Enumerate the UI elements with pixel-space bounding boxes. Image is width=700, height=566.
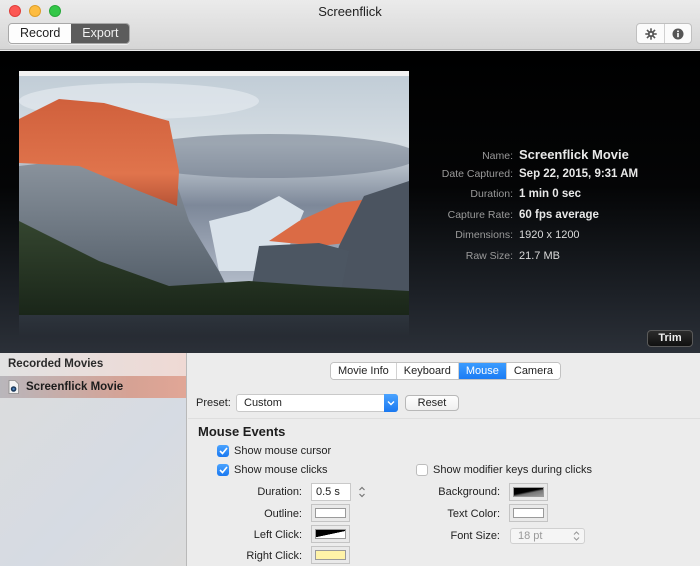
toolbar-icon-group	[636, 23, 692, 44]
tab-keyboard[interactable]: Keyboard	[395, 363, 458, 379]
info-row-duration: Duration: 1 min 0 sec	[420, 188, 690, 209]
reset-button[interactable]: Reset	[405, 395, 459, 411]
movie-thumbnail[interactable]	[19, 71, 409, 315]
font-size-select[interactable]: 18 pt	[510, 528, 585, 544]
wallpaper-image	[19, 71, 409, 315]
tab-camera[interactable]: Camera	[505, 363, 560, 379]
stepper-icon	[358, 486, 365, 498]
font-size-value: 18 pt	[518, 530, 543, 542]
sidebar-item-screenflick-movie[interactable]: Screenflick Movie	[0, 376, 186, 398]
sidebar-header: Recorded Movies	[0, 353, 186, 376]
outline-label: Outline:	[264, 508, 302, 520]
divider	[188, 418, 700, 419]
settings-panel: Movie Info Keyboard Mouse Camera Preset:…	[188, 353, 700, 566]
info-row-dimensions: Dimensions: 1920 x 1200	[420, 229, 690, 250]
checkbox-label: Show modifier keys during clicks	[433, 464, 592, 476]
sidebar-item-label: Screenflick Movie	[26, 381, 124, 393]
settings-button[interactable]	[637, 24, 664, 43]
stepper-icon	[573, 531, 580, 541]
left-click-swatch	[315, 529, 346, 539]
info-value: Sep 22, 2015, 9:31 AM	[519, 167, 639, 180]
show-modifier-keys-checkbox[interactable]: Show modifier keys during clicks	[416, 464, 592, 476]
text-color-well[interactable]	[509, 504, 548, 522]
movie-preview-area: Name: Screenflick Movie Date Captured: S…	[0, 51, 700, 353]
duration-label: Duration:	[257, 486, 302, 498]
right-click-label: Right Click:	[246, 550, 302, 562]
info-label: Duration:	[470, 188, 513, 200]
export-tab[interactable]: Export	[71, 24, 130, 43]
record-tab[interactable]: Record	[9, 24, 72, 43]
info-label: Capture Rate:	[447, 208, 513, 221]
show-mouse-cursor-checkbox[interactable]: Show mouse cursor	[217, 445, 331, 457]
left-click-color-well[interactable]	[311, 525, 350, 543]
thumbnail-reflection	[19, 315, 409, 337]
checkbox-label: Show mouse clicks	[234, 464, 328, 476]
info-value: Screenflick Movie	[519, 147, 629, 162]
checkbox-checked-icon	[217, 464, 229, 476]
outline-swatch	[315, 508, 346, 518]
checkbox-unchecked-icon	[416, 464, 428, 476]
checkbox-checked-icon	[217, 445, 229, 457]
text-color-label: Text Color:	[447, 508, 500, 520]
info-icon	[672, 28, 684, 39]
background-color-well[interactable]	[509, 483, 548, 501]
title-bar: Screenflick Record Export	[0, 0, 700, 50]
chevron-down-icon	[384, 394, 398, 412]
info-value: 1920 x 1200	[519, 229, 580, 241]
preset-select[interactable]: Custom	[236, 394, 398, 412]
info-row-capture-rate: Capture Rate: 60 fps average	[420, 209, 690, 230]
checkbox-label: Show mouse cursor	[234, 445, 332, 457]
info-value: 60 fps average	[519, 208, 599, 221]
background-label: Background:	[438, 486, 500, 498]
tab-mouse[interactable]: Mouse	[457, 363, 506, 379]
info-button[interactable]	[664, 24, 691, 43]
info-label: Date Captured:	[441, 167, 513, 180]
text-color-swatch	[513, 508, 544, 518]
info-row-name: Name: Screenflick Movie	[420, 147, 690, 168]
movie-info-panel: Name: Screenflick Movie Date Captured: S…	[420, 147, 690, 270]
info-label: Name:	[482, 150, 513, 162]
left-click-label: Left Click:	[253, 529, 302, 541]
trim-button[interactable]: Trim	[647, 330, 693, 347]
mode-segmented-control: Record Export	[8, 23, 131, 44]
window-title: Screenflick	[318, 4, 382, 19]
preset-label: Preset:	[196, 397, 231, 409]
duration-field[interactable]: 0.5 s	[311, 483, 351, 501]
recorded-movies-sidebar: Recorded Movies Screenflick Movie	[0, 353, 187, 566]
show-mouse-clicks-checkbox[interactable]: Show mouse clicks	[217, 464, 328, 476]
info-row-date: Date Captured: Sep 22, 2015, 9:31 AM	[420, 168, 690, 189]
info-label: Dimensions:	[455, 229, 513, 241]
background-swatch	[513, 487, 544, 497]
right-click-color-well[interactable]	[311, 546, 350, 564]
preset-value: Custom	[244, 397, 282, 409]
info-value: 1 min 0 sec	[519, 188, 582, 200]
outline-color-well[interactable]	[311, 504, 350, 522]
settings-tabs: Movie Info Keyboard Mouse Camera	[330, 362, 561, 380]
gear-icon	[644, 27, 657, 40]
thumbnail-menubar	[19, 71, 409, 76]
font-size-label: Font Size:	[450, 530, 500, 542]
duration-stepper[interactable]	[357, 484, 366, 500]
section-title-mouse-events: Mouse Events	[198, 424, 286, 439]
info-label: Raw Size:	[465, 249, 513, 262]
tab-movie-info[interactable]: Movie Info	[331, 363, 396, 379]
right-click-swatch	[315, 550, 346, 560]
info-row-raw-size: Raw Size: 21.7 MB	[420, 250, 690, 271]
info-value: 21.7 MB	[519, 249, 560, 262]
movie-file-icon	[8, 380, 19, 394]
